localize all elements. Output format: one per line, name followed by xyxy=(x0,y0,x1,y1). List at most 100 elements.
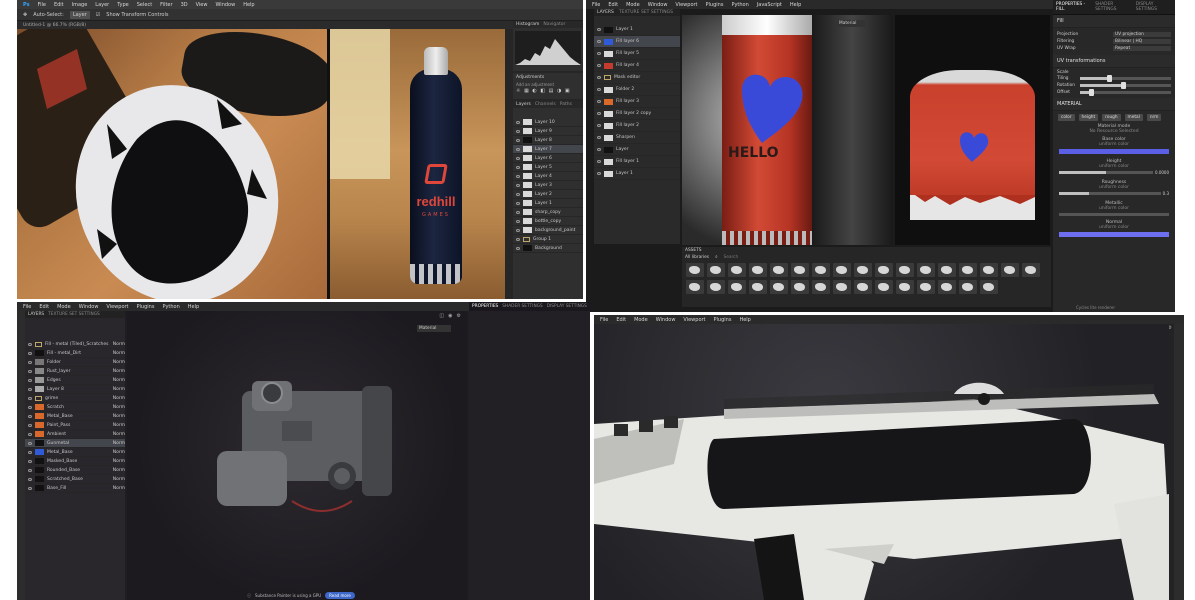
uv-transform-header[interactable]: UV transformations xyxy=(1053,55,1175,68)
menu-type[interactable]: Type xyxy=(117,2,128,8)
visibility-icon[interactable] xyxy=(597,160,601,163)
visibility-icon[interactable] xyxy=(516,201,520,205)
channel-nrm-button[interactable]: nrm xyxy=(1146,114,1162,121)
asset-thumb[interactable] xyxy=(770,280,788,294)
layer-row[interactable]: Layer xyxy=(594,144,680,156)
tab-texture-set[interactable]: TEXTURE SET SETTINGS xyxy=(619,10,673,15)
menu-viewport[interactable]: Viewport xyxy=(675,2,697,8)
asset-thumb[interactable] xyxy=(938,280,956,294)
layer-row[interactable]: Layer 1 xyxy=(594,168,680,180)
menu-edit[interactable]: Edit xyxy=(608,2,618,8)
layer-row[interactable]: Folder Norm xyxy=(25,358,125,367)
layer-row[interactable]: Folder 2 xyxy=(594,84,680,96)
visibility-icon[interactable] xyxy=(516,147,520,151)
visibility-icon[interactable] xyxy=(28,414,32,418)
layer-row[interactable]: Fill layer 2 xyxy=(594,120,680,132)
menu-viewport[interactable]: Viewport xyxy=(683,317,705,323)
menu-plugins[interactable]: Plugins xyxy=(706,2,724,8)
menu-view[interactable]: View xyxy=(196,2,208,8)
metallic-slider[interactable] xyxy=(1059,213,1169,216)
visibility-icon[interactable] xyxy=(516,165,520,169)
layer-row[interactable]: Layer 10 xyxy=(513,118,583,127)
tiling-slider[interactable] xyxy=(1080,75,1171,82)
layer-row[interactable]: sharp_copy xyxy=(513,208,583,217)
asset-search-input[interactable]: Search xyxy=(723,255,843,260)
tab-texture-set[interactable]: TEXTURE SET SETTINGS xyxy=(48,312,100,317)
read-more-button[interactable]: Read more xyxy=(325,592,355,599)
layer-row[interactable]: Layer 8 xyxy=(513,136,583,145)
layer-row[interactable]: Fill layer 4 xyxy=(594,60,680,72)
menu-file[interactable]: File xyxy=(23,304,31,310)
visibility-icon[interactable] xyxy=(28,387,32,391)
layer-row[interactable]: Scratch Norm xyxy=(25,403,125,412)
visibility-icon[interactable] xyxy=(516,246,520,250)
asset-thumb[interactable] xyxy=(854,263,872,277)
channel-rough-button[interactable]: rough xyxy=(1102,114,1121,121)
visibility-icon[interactable] xyxy=(28,441,32,445)
menu-window[interactable]: Window xyxy=(656,317,676,323)
menu-help[interactable]: Help xyxy=(243,2,254,8)
blend-mode[interactable]: Norm xyxy=(113,468,125,473)
menu-help[interactable]: Help xyxy=(790,2,801,8)
menu-plugins[interactable]: Plugins xyxy=(137,304,155,310)
asset-thumb[interactable] xyxy=(812,263,830,277)
render-icon[interactable]: ◉ xyxy=(448,313,452,319)
visibility-icon[interactable] xyxy=(28,369,32,373)
visibility-icon[interactable] xyxy=(516,129,520,133)
visibility-icon[interactable] xyxy=(28,477,32,481)
blend-mode[interactable]: Norm xyxy=(113,432,125,437)
visibility-icon[interactable] xyxy=(28,342,32,346)
layer-row[interactable]: Layer 1 xyxy=(513,199,583,208)
menu-image[interactable]: Image xyxy=(72,2,88,8)
visibility-icon[interactable] xyxy=(597,52,601,55)
menu-window[interactable]: Window xyxy=(215,2,235,8)
visibility-icon[interactable] xyxy=(597,40,601,43)
asset-thumb[interactable] xyxy=(728,263,746,277)
channel-metal-button[interactable]: metal xyxy=(1124,114,1143,121)
asset-thumb[interactable] xyxy=(959,263,977,277)
asset-thumb[interactable] xyxy=(749,280,767,294)
visibility-icon[interactable] xyxy=(597,172,601,175)
layer-row-selected[interactable]: Layer 7 xyxy=(513,145,583,154)
asset-thumb[interactable] xyxy=(707,280,725,294)
tab-layers[interactable]: LAYERS xyxy=(28,312,44,317)
visibility-icon[interactable] xyxy=(597,112,601,115)
asset-thumb[interactable] xyxy=(959,280,977,294)
menu-python[interactable]: Python xyxy=(162,304,179,310)
asset-thumb[interactable] xyxy=(1001,263,1019,277)
layer-row[interactable]: Masked_Base Norm xyxy=(25,457,125,466)
fill-section-header[interactable]: Fill xyxy=(1053,15,1175,28)
menu-filter[interactable]: Filter xyxy=(160,2,172,8)
layer-row[interactable]: bottle_copy xyxy=(513,217,583,226)
tab-properties[interactable]: PROPERTIES xyxy=(472,304,498,309)
asset-thumb[interactable] xyxy=(896,280,914,294)
viewport-2d[interactable] xyxy=(895,15,1050,245)
asset-thumb[interactable] xyxy=(875,263,893,277)
layer-row[interactable]: Fill layer 3 xyxy=(594,96,680,108)
visibility-icon[interactable] xyxy=(597,148,601,151)
visibility-icon[interactable] xyxy=(28,423,32,427)
viewport-3d[interactable]: HELLO xyxy=(682,15,892,245)
menu-help[interactable]: Help xyxy=(739,317,750,323)
tab-shader[interactable]: SHADER SETTINGS xyxy=(1095,2,1132,12)
tab-histogram[interactable]: Histogram xyxy=(516,22,539,27)
layer-row[interactable]: Layer 2 xyxy=(513,190,583,199)
layer-row[interactable]: Layer 6 xyxy=(513,154,583,163)
layer-row[interactable]: Scratched_Base Norm xyxy=(25,475,125,484)
blend-mode[interactable]: Norm xyxy=(113,441,125,446)
visibility-icon[interactable] xyxy=(516,183,520,187)
asset-thumb[interactable] xyxy=(833,280,851,294)
menu-select[interactable]: Select xyxy=(137,2,152,8)
layer-row[interactable]: Group 1 xyxy=(513,235,583,244)
menu-layer[interactable]: Layer xyxy=(95,2,109,8)
asset-thumb[interactable] xyxy=(854,280,872,294)
layer-row[interactable]: Layer 5 xyxy=(513,163,583,172)
blend-mode[interactable]: Norm xyxy=(113,378,125,383)
settings-icon[interactable]: ⚙ xyxy=(457,313,461,319)
tab-navigator[interactable]: Navigator xyxy=(543,22,565,27)
blend-mode[interactable]: Norm xyxy=(113,396,125,401)
tab-display[interactable]: DISPLAY SETTINGS xyxy=(1136,2,1172,12)
layer-row[interactable]: Layer 3 xyxy=(513,181,583,190)
layer-row[interactable]: Metal_Base Norm xyxy=(25,448,125,457)
blend-mode[interactable]: Norm xyxy=(113,342,125,347)
